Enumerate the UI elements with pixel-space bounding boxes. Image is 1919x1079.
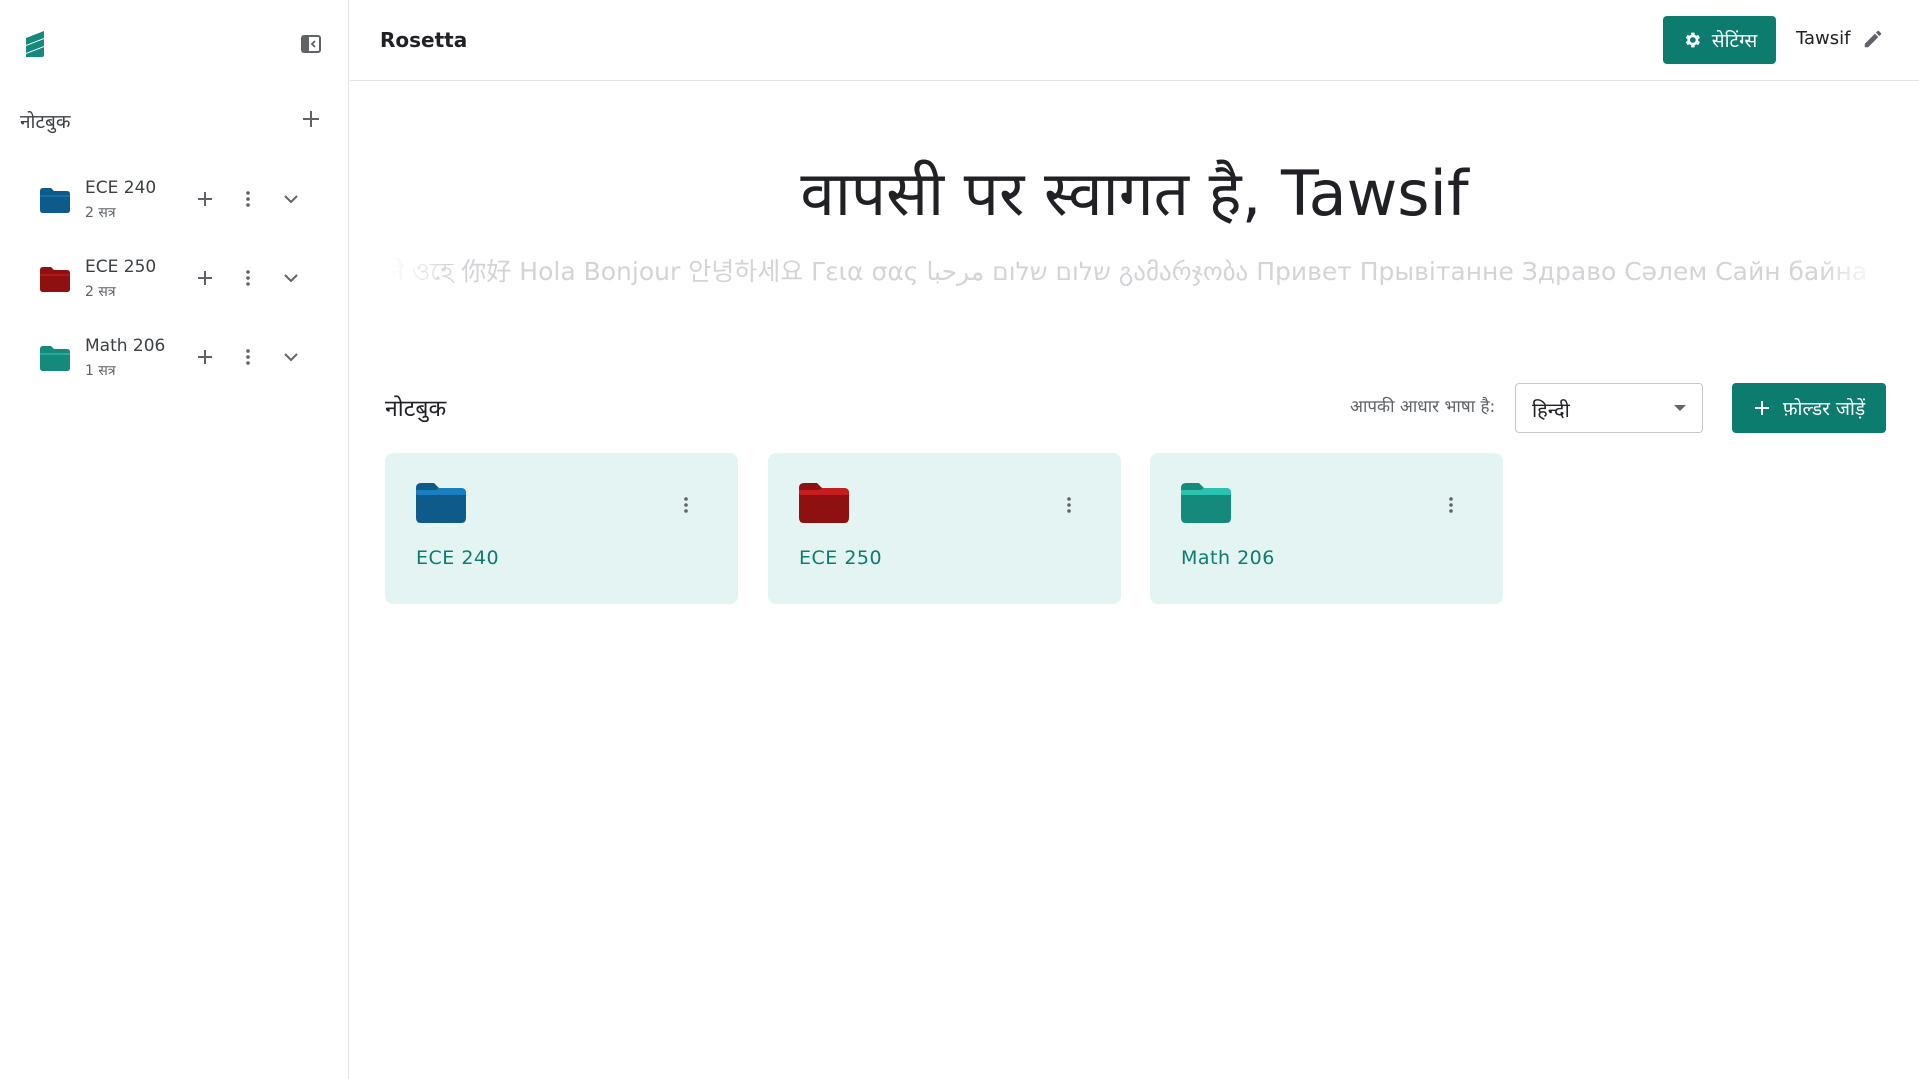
folder-icon xyxy=(40,267,70,292)
collapse-sidebar-icon[interactable] xyxy=(300,33,322,55)
card-title: ECE 240 xyxy=(416,547,500,569)
folder-icon xyxy=(40,346,70,371)
more-vert-icon[interactable] xyxy=(1440,494,1462,516)
more-vert-icon[interactable] xyxy=(1058,494,1080,516)
more-vert-icon[interactable] xyxy=(237,346,259,368)
greetings-marquee: ने ওহে 你好 Hola Bonjour 안녕하세요 Γεια σας של… xyxy=(390,257,1880,286)
sidebar-item-title: Math 206 xyxy=(85,336,166,356)
folder-icon xyxy=(416,483,466,523)
settings-button[interactable]: सेटिंग्स xyxy=(1663,16,1776,64)
sidebar-item-subtitle: 2 सत्र xyxy=(85,284,116,300)
marquee-fade-left xyxy=(390,250,450,290)
sidebar-item-title: ECE 240 xyxy=(85,178,157,198)
add-folder-label: फ़ोल्डर जोड़ें xyxy=(1782,398,1866,420)
folder-icon xyxy=(40,188,70,213)
sidebar-item-subtitle: 1 सत्र xyxy=(85,363,116,379)
sidebar-item-ece-240[interactable]: ECE 240 2 सत्र xyxy=(0,170,349,230)
folder-icon xyxy=(799,483,849,523)
language-value: हिन्दी xyxy=(1532,398,1570,422)
add-session-icon[interactable] xyxy=(194,267,216,289)
sidebar-heading: नोटबुक xyxy=(20,111,71,133)
card-title: ECE 250 xyxy=(799,547,883,569)
sidebar: नोटबुक ECE 240 2 सत्र ECE 250 2 सत्र Mat… xyxy=(0,0,349,1079)
chevron-down-icon[interactable] xyxy=(280,188,302,210)
app-title: Rosetta xyxy=(380,28,468,52)
notebook-card-ece-250[interactable]: ECE 250 xyxy=(768,453,1121,604)
sidebar-item-subtitle: 2 सत्र xyxy=(85,205,116,221)
gear-icon xyxy=(1685,32,1700,48)
rosetta-logo-icon[interactable] xyxy=(22,28,48,60)
sidebar-item-title: ECE 250 xyxy=(85,257,157,277)
sidebar-item-math-206[interactable]: Math 206 1 सत्र xyxy=(0,328,349,388)
top-header: Rosetta सेटिंग्स Tawsif xyxy=(350,0,1919,81)
chevron-down-icon[interactable] xyxy=(280,267,302,289)
add-notebook-icon[interactable] xyxy=(300,108,322,130)
add-folder-button[interactable]: फ़ोल्डर जोड़ें xyxy=(1732,383,1886,433)
chevron-down-icon[interactable] xyxy=(280,346,302,368)
more-vert-icon[interactable] xyxy=(237,267,259,289)
marquee-fade-right xyxy=(1820,250,1880,290)
section-title: नोटबुक xyxy=(385,396,447,422)
more-vert-icon[interactable] xyxy=(237,188,259,210)
user-name: Tawsif xyxy=(1796,28,1851,49)
add-session-icon[interactable] xyxy=(194,188,216,210)
more-vert-icon[interactable] xyxy=(675,494,697,516)
notebook-card-ece-240[interactable]: ECE 240 xyxy=(385,453,738,604)
language-label: आपकी आधार भाषा है: xyxy=(1350,397,1496,417)
settings-label: सेटिंग्स xyxy=(1711,30,1758,52)
welcome-heading: वापसी पर स्वागत है, Tawsif xyxy=(800,157,1469,230)
plus-icon xyxy=(1754,401,1769,415)
pencil-icon[interactable] xyxy=(1862,28,1884,50)
notebook-card-math-206[interactable]: Math 206 xyxy=(1150,453,1503,604)
sidebar-item-ece-250[interactable]: ECE 250 2 सत्र xyxy=(0,249,349,309)
dropdown-caret-icon xyxy=(1674,405,1686,411)
add-session-icon[interactable] xyxy=(194,346,216,368)
folder-icon xyxy=(1181,483,1231,523)
card-title: Math 206 xyxy=(1181,547,1275,569)
language-select[interactable]: हिन्दी xyxy=(1515,383,1703,433)
